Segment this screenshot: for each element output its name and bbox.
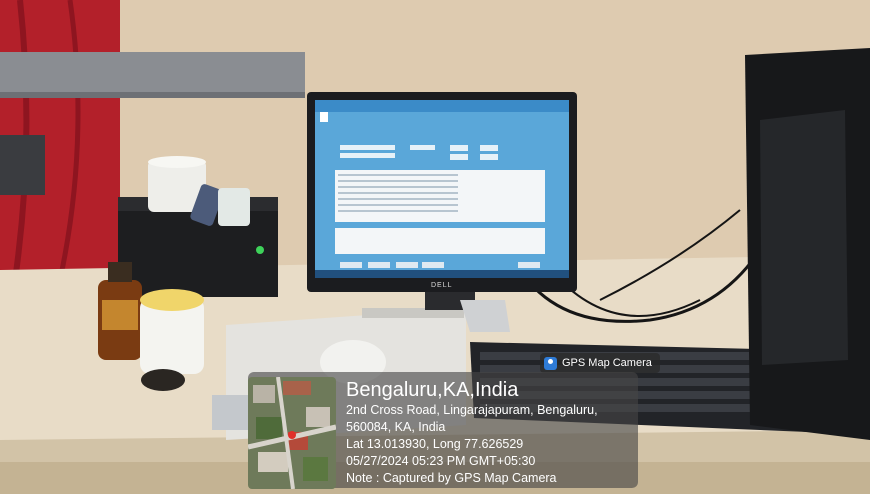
gps-camera-badge: GPS Map Camera bbox=[540, 353, 660, 373]
coordinates: Lat 13.013930, Long 77.626529 bbox=[346, 437, 524, 451]
datetime: 05/27/2024 05:23 PM GMT+05:30 bbox=[346, 454, 536, 468]
photo-scene: DELL GPS Map Camera Bengaluru,KA,India 2… bbox=[0, 0, 870, 494]
address-line-2: 560084, KA, India bbox=[346, 420, 446, 434]
satellite-map-thumbnail bbox=[248, 377, 336, 489]
address-line-1: 2nd Cross Road, Lingarajapuram, Bengalur… bbox=[346, 403, 598, 417]
monitor-brand-logo: DELL bbox=[431, 282, 453, 289]
badge-label: GPS Map Camera bbox=[562, 357, 652, 369]
lamp-arm bbox=[0, 52, 305, 96]
capture-note: Note : Captured by GPS Map Camera bbox=[346, 471, 557, 485]
camera-pin-icon bbox=[544, 356, 557, 370]
location-title: Bengaluru,KA,India bbox=[346, 379, 519, 401]
stamp-text-block: Bengaluru,KA,India 2nd Cross Road, Linga… bbox=[346, 378, 598, 487]
